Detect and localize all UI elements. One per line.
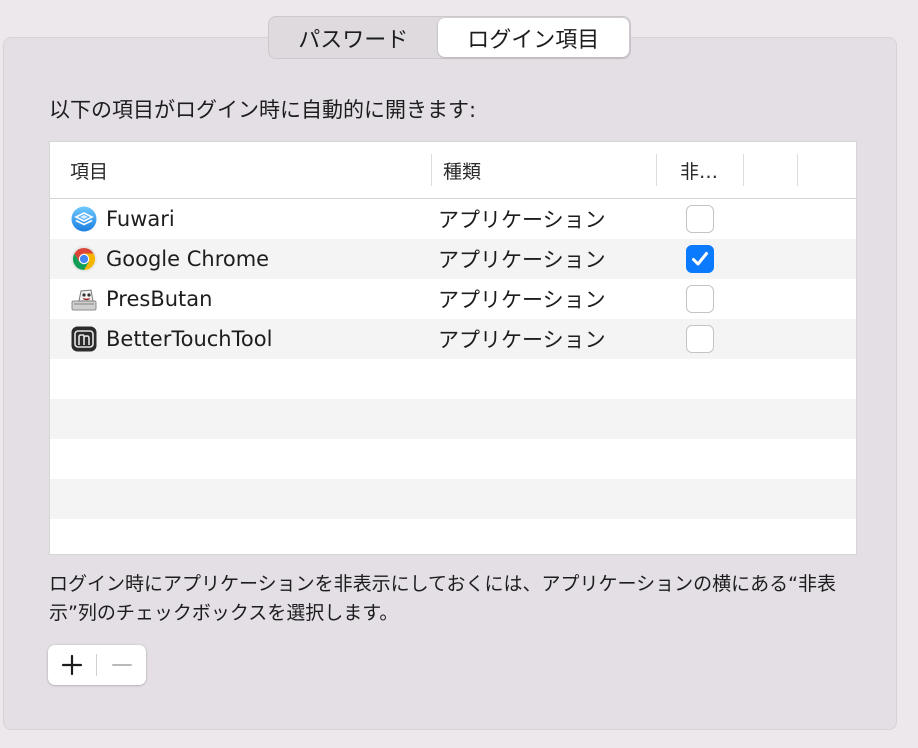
hide-checkbox[interactable] — [686, 205, 714, 233]
column-divider[interactable] — [797, 154, 798, 186]
column-header-hide[interactable]: 非… — [680, 142, 718, 198]
empty-row — [50, 399, 856, 439]
item-name: Google Chrome — [106, 247, 270, 271]
item-name-cell: Google Chrome — [70, 239, 269, 279]
item-kind: アプリケーション — [438, 208, 606, 232]
column-header-item[interactable]: 項目 — [70, 142, 108, 198]
empty-row — [50, 439, 856, 479]
checkmark-icon — [692, 252, 708, 266]
remove-button[interactable] — [98, 645, 146, 685]
hide-checkbox[interactable] — [686, 285, 714, 313]
table-row[interactable]: PresButan アプリケーション — [50, 279, 856, 319]
divider — [96, 654, 97, 676]
table-row[interactable]: BetterTouchTool アプリケーション — [50, 319, 856, 359]
table-header: 項目 種類 非… — [50, 142, 856, 199]
chrome-icon — [70, 245, 98, 273]
column-divider[interactable] — [431, 154, 432, 186]
add-button[interactable] — [48, 645, 96, 685]
item-kind: アプリケーション — [438, 288, 606, 312]
empty-row — [50, 479, 856, 519]
minus-icon — [112, 664, 132, 666]
plus-icon — [61, 654, 83, 676]
presbutan-icon — [70, 285, 98, 313]
empty-row — [50, 359, 856, 399]
tab-password[interactable]: パスワード — [269, 17, 438, 58]
login-items-table: 項目 種類 非… Fuwari アプリケーション Google Chrome ア… — [49, 141, 857, 555]
add-remove-control — [48, 645, 146, 685]
item-name-cell: BetterTouchTool — [70, 319, 272, 359]
item-name-cell: PresButan — [70, 279, 212, 319]
fuwari-icon — [70, 205, 98, 233]
bettertouchtool-icon — [70, 325, 98, 353]
tab-login-items[interactable]: ログイン項目 — [437, 18, 629, 57]
item-name: Fuwari — [106, 207, 175, 231]
empty-row — [50, 519, 856, 554]
item-name: BetterTouchTool — [106, 327, 273, 351]
item-kind: アプリケーション — [438, 248, 606, 272]
column-divider[interactable] — [743, 154, 744, 186]
segmented-tabs: パスワード ログイン項目 — [268, 16, 631, 59]
item-name: PresButan — [106, 287, 213, 311]
column-divider[interactable] — [656, 154, 657, 186]
table-row[interactable]: Google Chrome アプリケーション — [50, 239, 856, 279]
column-header-kind[interactable]: 種類 — [443, 142, 481, 198]
hide-checkbox[interactable] — [686, 325, 714, 353]
help-text: ログイン時にアプリケーションを非表示にしておくには、アプリケーションの横にある“… — [49, 573, 836, 624]
table-row[interactable]: Fuwari アプリケーション — [50, 199, 856, 239]
item-kind: アプリケーション — [438, 328, 606, 352]
table-body: Fuwari アプリケーション Google Chrome アプリケーション P… — [50, 199, 856, 554]
intro-text: 以下の項目がログイン時に自動的に開きます: — [49, 98, 477, 122]
hide-checkbox[interactable] — [686, 245, 714, 273]
item-name-cell: Fuwari — [70, 199, 175, 239]
